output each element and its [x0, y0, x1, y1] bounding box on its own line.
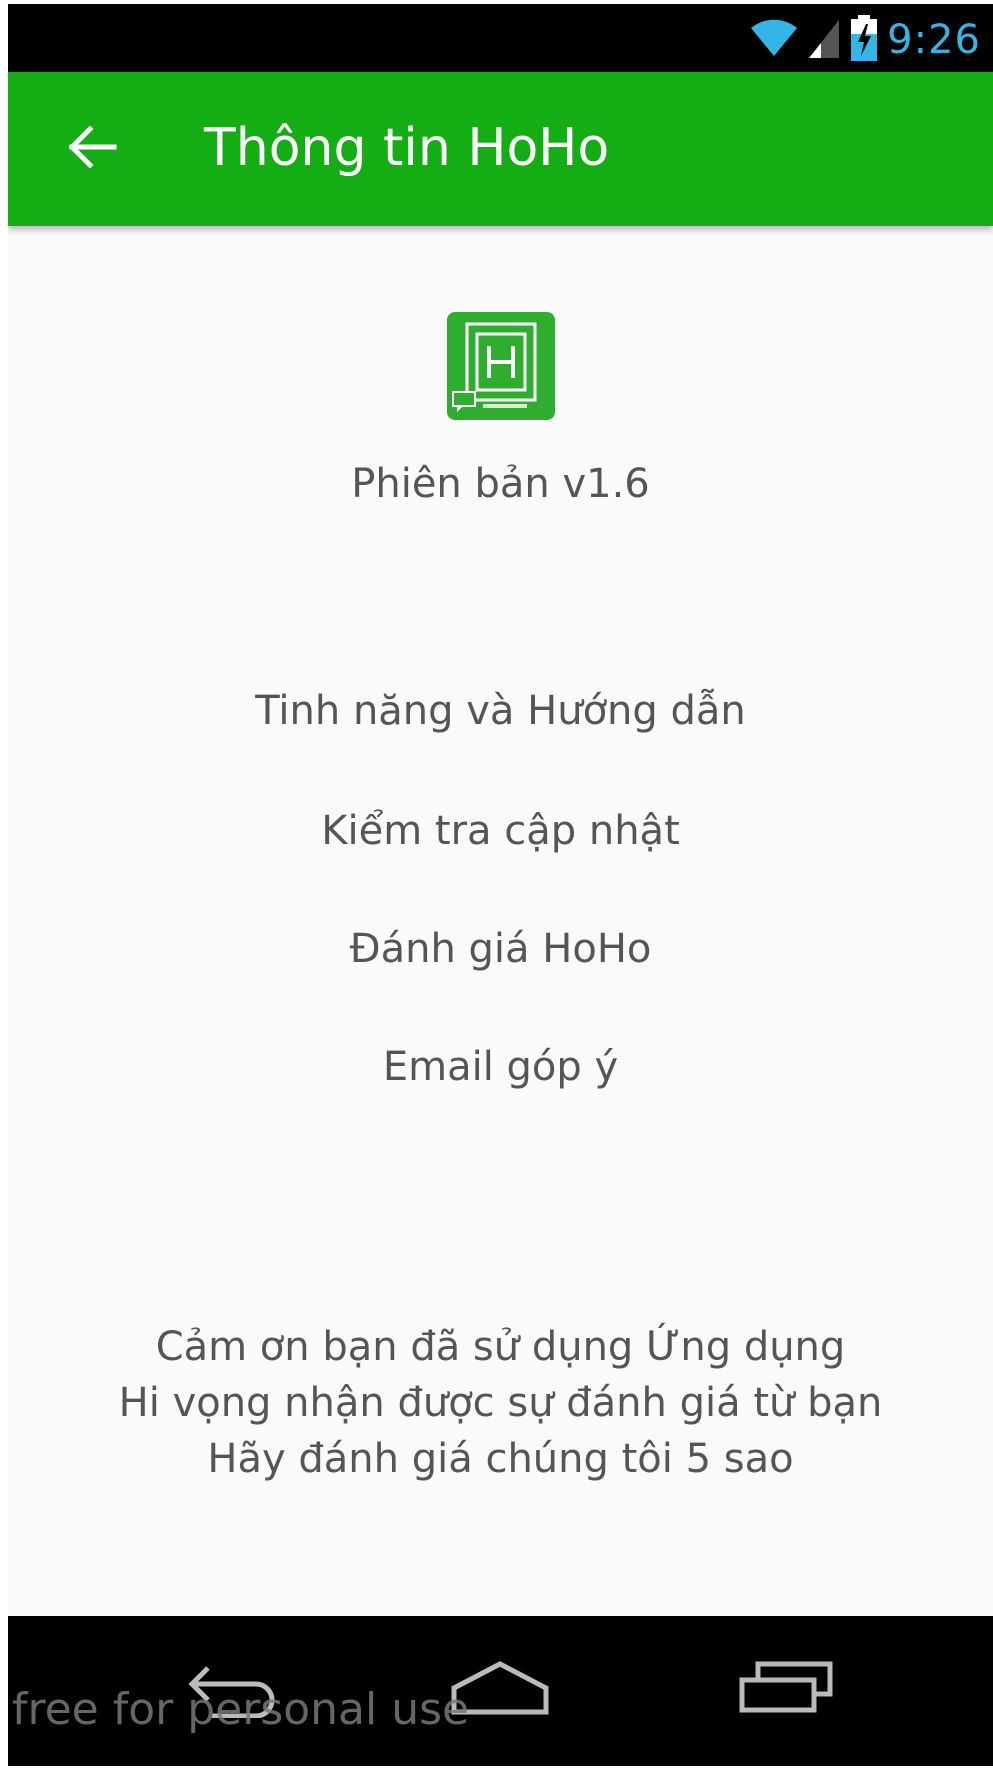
phone-screen: 9:26 Thông tin HoHo Phiên bản v1.6 Tinh …: [8, 4, 993, 1766]
battery-charging-icon: [849, 14, 879, 66]
about-content: Phiên bản v1.6 Tinh năng và Hướng dẫn Ki…: [8, 226, 993, 1616]
watermark-text: free for personal use: [12, 1684, 470, 1735]
thanks-message: Cảm ơn bạn đã sử dụng Ứng dụng Hi vọng n…: [8, 1319, 993, 1487]
status-bar: 9:26: [8, 4, 993, 72]
nav-recents-button[interactable]: [726, 1644, 846, 1736]
app-bar: Thông tin HoHo: [8, 72, 993, 226]
arrow-left-icon: [66, 125, 118, 173]
back-button[interactable]: [60, 117, 124, 181]
menu-item-features-guide[interactable]: Tinh năng và Hướng dẫn: [8, 671, 993, 751]
page-title: Thông tin HoHo: [204, 118, 610, 178]
thanks-line-3: Hãy đánh giá chúng tôi 5 sao: [207, 1436, 794, 1482]
status-icons: 9:26: [749, 14, 981, 66]
app-version: Phiên bản v1.6: [351, 461, 650, 507]
menu-item-check-update[interactable]: Kiểm tra cập nhật: [8, 791, 993, 871]
thanks-line-2: Hi vọng nhận được sự đánh giá từ bạn: [118, 1380, 883, 1426]
signal-icon: [807, 16, 841, 64]
thanks-line-1: Cảm ơn bạn đã sử dụng Ứng dụng: [155, 1324, 846, 1370]
menu-item-rate-app[interactable]: Đánh giá HoHo: [8, 909, 993, 989]
menu-item-feedback-email[interactable]: Email góp ý: [8, 1027, 993, 1107]
status-time: 9:26: [887, 17, 981, 63]
screenshot-frame: 9:26 Thông tin HoHo Phiên bản v1.6 Tinh …: [0, 0, 993, 1778]
recents-icon: [736, 1660, 836, 1720]
wifi-icon: [749, 16, 799, 64]
hoho-app-logo: [447, 312, 555, 420]
